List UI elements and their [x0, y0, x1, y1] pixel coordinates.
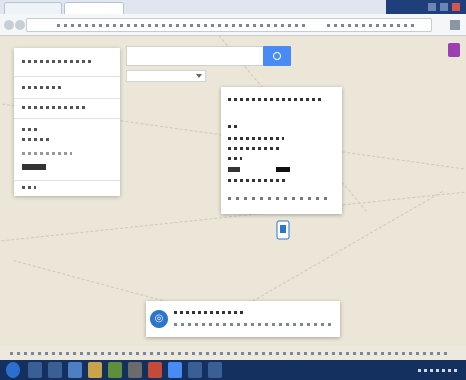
info-line — [228, 157, 242, 160]
taskbar-app-icon[interactable] — [48, 362, 62, 378]
minimize-icon[interactable] — [428, 3, 436, 11]
left-panel — [14, 48, 120, 196]
panel-item[interactable] — [22, 86, 62, 89]
panel-item-bold[interactable] — [22, 164, 46, 170]
os-taskbar — [0, 360, 466, 380]
search-input[interactable] — [126, 46, 264, 66]
taskbar-app-icon[interactable] — [148, 362, 162, 378]
info-popup — [221, 87, 342, 214]
taskbar-app-icon[interactable] — [128, 362, 142, 378]
address-bar[interactable] — [26, 18, 432, 32]
taskbar-app-icon[interactable] — [28, 362, 42, 378]
close-icon[interactable] — [452, 3, 460, 11]
search-icon — [273, 52, 281, 60]
status-text-placeholder — [10, 352, 450, 355]
divider — [14, 76, 120, 77]
info-line — [228, 137, 284, 140]
bottom-info-card[interactable]: ◎ — [146, 301, 340, 337]
browser-tab[interactable] — [4, 2, 62, 14]
folder-icon[interactable] — [88, 362, 102, 378]
forward-icon[interactable] — [15, 20, 25, 30]
divider — [14, 98, 120, 99]
map-status-bar — [0, 346, 466, 360]
system-tray[interactable] — [418, 369, 458, 372]
menu-icon[interactable] — [450, 20, 460, 30]
divider — [14, 180, 120, 181]
filter-dropdown[interactable] — [126, 70, 206, 82]
info-line — [228, 179, 288, 182]
taskbar-app-icon[interactable] — [168, 362, 182, 378]
bottom-card-title-placeholder — [174, 311, 244, 314]
start-icon[interactable] — [6, 362, 20, 378]
browser-tab-strip — [0, 0, 466, 14]
info-actions[interactable] — [228, 197, 332, 200]
panel-item[interactable] — [22, 106, 88, 109]
divider — [14, 118, 120, 119]
profile-icon[interactable] — [448, 43, 460, 57]
panel-item[interactable] — [22, 128, 40, 131]
taskbar-app-icon[interactable] — [108, 362, 122, 378]
taskbar-app-icon[interactable] — [188, 362, 202, 378]
taskbar-app-icon[interactable] — [208, 362, 222, 378]
taskbar-app-icon[interactable] — [68, 362, 82, 378]
map-pin-icon[interactable] — [276, 220, 290, 242]
info-line — [228, 147, 282, 150]
bookmarks-placeholder — [327, 24, 417, 27]
info-line — [228, 125, 238, 128]
window-controls — [386, 0, 466, 14]
browser-toolbar — [0, 14, 466, 36]
chevron-down-icon — [196, 74, 202, 78]
back-icon[interactable] — [4, 20, 14, 30]
search-button[interactable] — [263, 46, 291, 66]
url-text-placeholder — [57, 24, 307, 27]
panel-footer[interactable] — [22, 186, 36, 189]
info-line — [228, 167, 290, 172]
panel-title-placeholder — [22, 60, 92, 63]
panel-item[interactable] — [22, 152, 72, 155]
maximize-icon[interactable] — [440, 3, 448, 11]
info-title-placeholder — [228, 98, 322, 101]
bottom-card-subtitle-placeholder — [174, 323, 334, 326]
browser-tab-active[interactable] — [64, 2, 124, 14]
panel-item[interactable] — [22, 138, 52, 141]
location-icon: ◎ — [150, 310, 168, 328]
